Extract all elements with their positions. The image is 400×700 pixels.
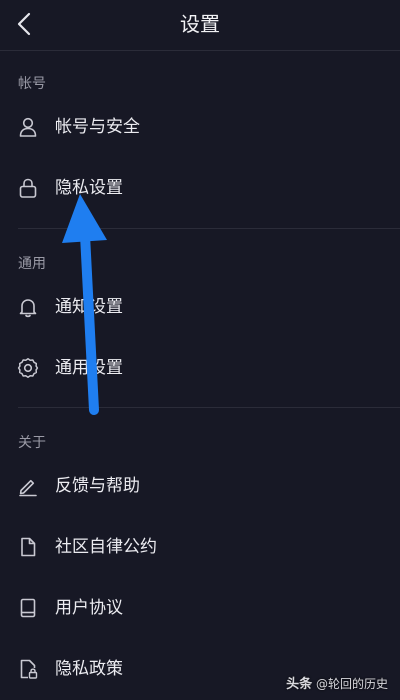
- watermark: 头条 @轮回的历史: [286, 673, 388, 692]
- pencil-icon: [17, 475, 39, 497]
- section-label-general: 通用: [18, 256, 46, 272]
- menu-item-general-settings[interactable]: 通用设置: [0, 339, 400, 399]
- menu-item-label: 用户协议: [55, 598, 123, 618]
- book-icon: [17, 597, 39, 619]
- menu-item-account-security[interactable]: 帐号与安全: [0, 98, 400, 158]
- page-title: 设置: [180, 12, 220, 36]
- menu-item-label: 社区自律公约: [55, 537, 157, 557]
- menu-item-label: 帐号与安全: [55, 117, 140, 137]
- menu-item-label: 通用设置: [55, 358, 123, 378]
- gear-icon: [17, 357, 39, 379]
- privacy-document-icon: [17, 658, 39, 680]
- section-divider: [18, 228, 400, 229]
- lock-icon: [17, 177, 39, 199]
- top-bar: 设置: [0, 0, 400, 51]
- watermark-handle: @轮回的历史: [315, 677, 388, 691]
- menu-item-label: 反馈与帮助: [55, 476, 140, 496]
- menu-item-notification-settings[interactable]: 通知设置: [0, 278, 400, 338]
- menu-item-privacy-settings[interactable]: 隐私设置: [0, 159, 400, 219]
- section-label-account: 帐号: [18, 76, 46, 92]
- menu-item-label: 通知设置: [55, 297, 123, 317]
- section-label-about: 关于: [18, 435, 46, 451]
- menu-item-label: 隐私政策: [55, 659, 123, 679]
- menu-item-feedback-help[interactable]: 反馈与帮助: [0, 457, 400, 517]
- menu-item-label: 隐私设置: [55, 178, 123, 198]
- user-icon: [17, 116, 39, 138]
- watermark-brand: 头条: [286, 677, 313, 692]
- bell-icon: [17, 296, 39, 318]
- section-divider: [18, 407, 400, 408]
- menu-item-user-agreement[interactable]: 用户协议: [0, 579, 400, 639]
- menu-item-community-guidelines[interactable]: 社区自律公约: [0, 518, 400, 578]
- document-icon: [17, 536, 39, 558]
